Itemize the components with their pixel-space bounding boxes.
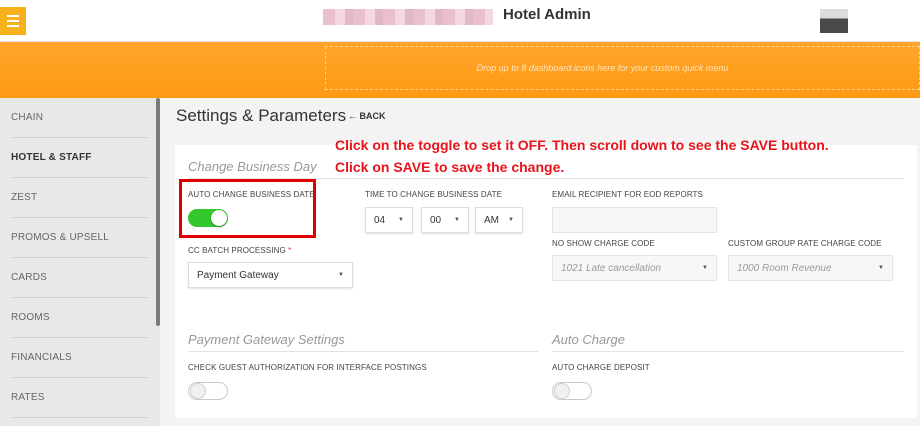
ampm-value: AM bbox=[484, 214, 499, 226]
check-guest-authorization-toggle[interactable] bbox=[188, 382, 228, 400]
sidebar-item-chain[interactable]: CHAIN bbox=[11, 98, 148, 138]
chevron-down-icon: ▼ bbox=[702, 265, 708, 271]
custom-group-rate-label: CUSTOM GROUP RATE CHARGE CODE bbox=[728, 239, 882, 248]
instruction-line-1: Click on the toggle to set it OFF. Then … bbox=[335, 137, 829, 153]
cc-batch-processing-select[interactable]: Payment Gateway ▼ bbox=[188, 262, 353, 288]
time-to-change-label: TIME TO CHANGE BUSINESS DATE bbox=[365, 190, 503, 199]
cc-batch-label-text: CC BATCH PROCESSING bbox=[188, 246, 286, 255]
section-title-change-business-day: Change Business Day bbox=[188, 159, 317, 174]
group-rate-value: 1000 Room Revenue bbox=[737, 262, 832, 274]
sidebar-item-promos-upsell[interactable]: PROMOS & UPSELL bbox=[11, 218, 148, 258]
hamburger-menu-icon[interactable] bbox=[0, 7, 26, 35]
toggle-knob bbox=[190, 383, 206, 399]
top-header: Hotel Admin bbox=[0, 0, 920, 42]
no-show-charge-code-select[interactable]: 1021 Late cancellation ▼ bbox=[552, 255, 717, 281]
section-divider bbox=[188, 351, 538, 352]
cc-batch-value: Payment Gateway bbox=[197, 269, 279, 281]
section-title-payment-gateway: Payment Gateway Settings bbox=[188, 332, 345, 347]
app-title: Hotel Admin bbox=[503, 6, 591, 23]
quick-menu-dropzone[interactable]: Drop up to 8 dashboard icons here for yo… bbox=[325, 46, 920, 90]
sidebar-item-zest[interactable]: ZEST bbox=[11, 178, 148, 218]
sidebar-item-hotel-staff[interactable]: HOTEL & STAFF bbox=[11, 138, 148, 178]
quick-menu-bar: Drop up to 8 dashboard icons here for yo… bbox=[0, 42, 920, 98]
redacted-hotel-name bbox=[323, 9, 493, 25]
hour-value: 04 bbox=[374, 214, 386, 226]
section-divider bbox=[552, 351, 904, 352]
page-title: Settings & Parameters bbox=[176, 106, 347, 125]
required-marker: * bbox=[288, 246, 292, 255]
chevron-down-icon: ▼ bbox=[338, 272, 344, 278]
instruction-line-2: Click on SAVE to save the change. bbox=[335, 159, 565, 175]
no-show-charge-code-label: NO SHOW CHARGE CODE bbox=[552, 239, 655, 248]
ampm-select[interactable]: AM ▼ bbox=[475, 207, 523, 233]
cc-batch-processing-label: CC BATCH PROCESSING * bbox=[188, 246, 291, 255]
sidebar-item-cards[interactable]: CARDS bbox=[11, 258, 148, 298]
chevron-down-icon: ▼ bbox=[878, 265, 884, 271]
auto-charge-deposit-toggle[interactable] bbox=[552, 382, 592, 400]
custom-group-rate-select[interactable]: 1000 Room Revenue ▼ bbox=[728, 255, 893, 281]
hour-select[interactable]: 04 ▼ bbox=[365, 207, 413, 233]
auto-charge-deposit-label: AUTO CHARGE DEPOSIT bbox=[552, 363, 650, 372]
sidebar-item-financials[interactable]: FINANCIALS bbox=[11, 338, 148, 378]
email-recipient-input[interactable] bbox=[552, 207, 717, 233]
toggle-highlight-box bbox=[179, 179, 316, 238]
check-guest-authorization-label: CHECK GUEST AUTHORIZATION FOR INTERFACE … bbox=[188, 363, 427, 372]
toggle-knob bbox=[554, 383, 570, 399]
chevron-down-icon: ▼ bbox=[508, 217, 514, 223]
sidebar-item-rates[interactable]: RATES bbox=[11, 378, 148, 418]
chevron-down-icon: ▼ bbox=[454, 217, 460, 223]
minute-value: 00 bbox=[430, 214, 442, 226]
chevron-down-icon: ▼ bbox=[398, 217, 404, 223]
no-show-value: 1021 Late cancellation bbox=[561, 262, 662, 274]
back-button[interactable]: ← BACK bbox=[348, 111, 386, 121]
minute-select[interactable]: 00 ▼ bbox=[421, 207, 469, 233]
section-title-auto-charge: Auto Charge bbox=[552, 332, 625, 347]
user-avatar[interactable] bbox=[820, 9, 848, 33]
dropzone-hint: Drop up to 8 dashboard icons here for yo… bbox=[476, 63, 729, 73]
sidebar-item-rooms[interactable]: ROOMS bbox=[11, 298, 148, 338]
sidebar: CHAIN HOTEL & STAFF ZEST PROMOS & UPSELL… bbox=[0, 98, 160, 426]
email-recipient-label: EMAIL RECIPIENT FOR EOD REPORTS bbox=[552, 190, 703, 199]
